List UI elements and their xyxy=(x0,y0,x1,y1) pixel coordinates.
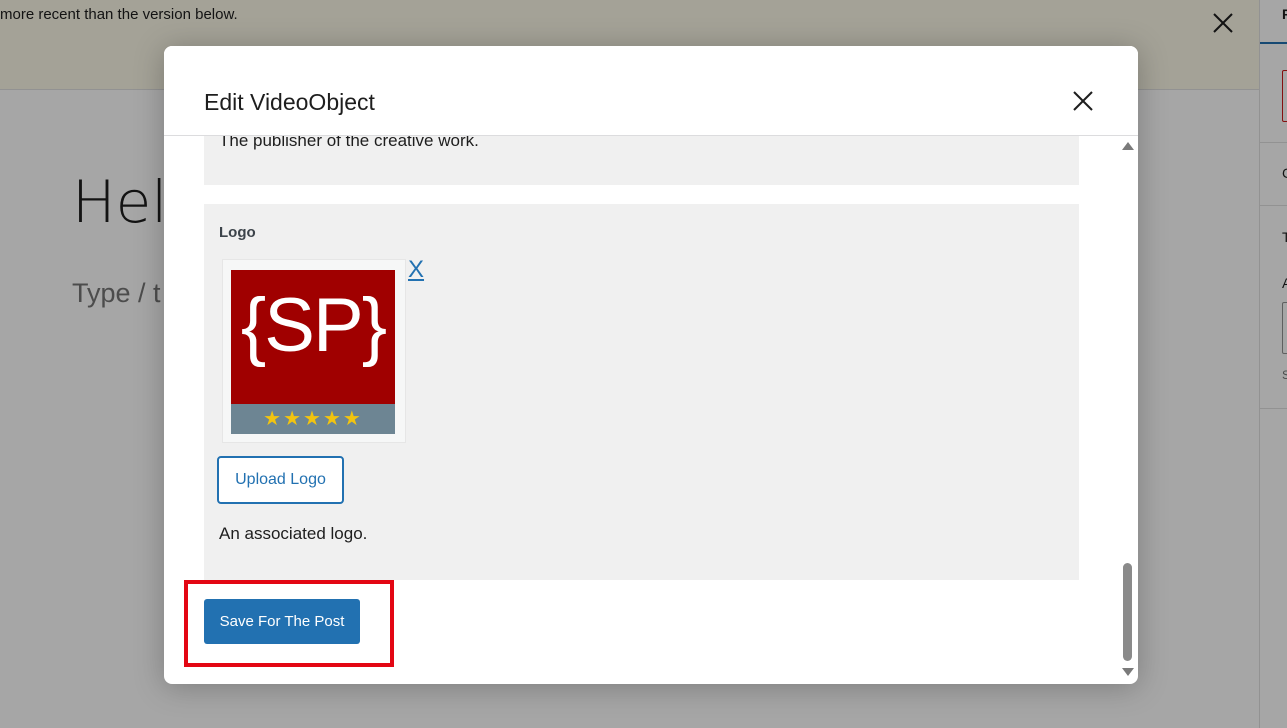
logo-field-card: Logo {SP} ★★★★★ X Upload Logo An associa… xyxy=(204,204,1079,580)
upload-logo-button[interactable]: Upload Logo xyxy=(217,456,344,504)
close-icon[interactable] xyxy=(1068,86,1098,116)
modal-scrollbar[interactable] xyxy=(1120,138,1136,684)
scroll-thumb[interactable] xyxy=(1123,563,1132,661)
logo-description: An associated logo. xyxy=(219,524,368,543)
publisher-field-card: The publisher of the creative work. xyxy=(204,136,1079,185)
scroll-down-icon[interactable] xyxy=(1122,668,1134,676)
publisher-description: The publisher of the creative work. xyxy=(219,136,479,150)
logo-image: {SP} ★★★★★ xyxy=(231,270,395,434)
modal-title: Edit VideoObject xyxy=(204,89,375,115)
scroll-up-icon[interactable] xyxy=(1122,142,1134,150)
star-icon: ★★★★★ xyxy=(263,408,363,430)
edit-videoobject-modal: Edit VideoObject The publisher of the cr… xyxy=(164,46,1138,684)
modal-body: The publisher of the creative work. Logo… xyxy=(164,136,1138,684)
remove-logo-link[interactable]: X xyxy=(408,256,424,284)
logo-preview: {SP} ★★★★★ xyxy=(222,259,406,443)
modal-header: Edit VideoObject xyxy=(164,46,1138,136)
logo-rating-bar: ★★★★★ xyxy=(231,404,395,434)
logo-label: Logo xyxy=(219,224,256,241)
logo-image-text: {SP} xyxy=(240,283,387,368)
save-for-post-button[interactable]: Save For The Post xyxy=(204,599,360,644)
